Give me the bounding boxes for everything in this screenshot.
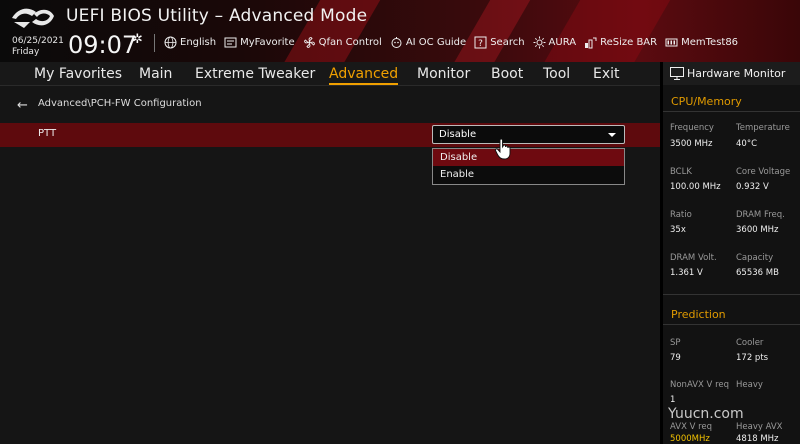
heavy-avx-label: Heavy AVX — [736, 422, 783, 432]
ratio-value: 35x — [670, 225, 686, 235]
myfavorite-label: MyFavorite — [240, 37, 295, 48]
ai-icon — [391, 37, 402, 48]
core-voltage-value: 0.932 V — [736, 182, 769, 192]
tab-tool[interactable]: Tool — [543, 66, 570, 82]
qfan-control-button[interactable]: Qfan Control — [303, 36, 382, 49]
caret-down-icon — [608, 133, 616, 137]
tab-my-favorites[interactable]: My Favorites — [34, 66, 122, 82]
favorite-icon — [224, 37, 237, 48]
globe-icon — [164, 36, 177, 49]
ratio-label: Ratio — [670, 210, 692, 220]
tab-monitor[interactable]: Monitor — [417, 66, 470, 82]
qfan-label: Qfan Control — [318, 37, 382, 48]
date-text: 06/25/2021 — [12, 36, 64, 46]
memtest-button[interactable]: MemTest86 — [665, 36, 738, 49]
cooler-value: 172 pts — [736, 353, 769, 363]
hardware-monitor-panel: Hardware Monitor CPU/Memory Frequency 35… — [660, 62, 800, 444]
ai-oc-label: AI OC Guide — [405, 37, 467, 48]
dram-freq-value: 3600 MHz — [736, 225, 779, 235]
search-button[interactable]: ? Search — [474, 36, 525, 49]
aura-label: AURA — [548, 37, 577, 48]
divider — [154, 34, 155, 52]
prediction-section-title: Prediction — [671, 308, 726, 321]
language-button[interactable]: English — [164, 36, 216, 49]
capacity-value: 65536 MB — [736, 268, 779, 278]
avx-v-req-label: AVX V req — [670, 422, 713, 432]
setting-label: PTT — [38, 128, 57, 139]
memtest-label: MemTest86 — [681, 37, 739, 48]
bclk-label: BCLK — [670, 167, 692, 177]
watermark-text: Yuucn.com — [668, 406, 744, 422]
frequency-label: Frequency — [670, 123, 714, 133]
myfavorite-button[interactable]: MyFavorite — [224, 36, 295, 49]
divider — [663, 324, 800, 325]
tab-boot[interactable]: Boot — [491, 66, 523, 82]
avx-v-req-value: 5000MHz — [670, 434, 710, 444]
breadcrumb: Advanced\PCH-FW Configuration — [38, 98, 202, 109]
language-label: English — [180, 37, 217, 48]
main-menu-bar: My Favorites Main Extreme Tweaker Advanc… — [0, 62, 660, 86]
rog-logo-icon — [12, 8, 54, 28]
sp-value: 79 — [670, 353, 681, 363]
header-decoration — [534, 0, 676, 62]
header-decoration — [444, 0, 536, 62]
ai-oc-guide-button[interactable]: AI OC Guide — [390, 36, 466, 49]
temperature-label: Temperature — [736, 123, 790, 133]
settings-panel: ← Advanced\PCH-FW Configuration PTT Disa… — [0, 86, 660, 444]
divider — [663, 294, 800, 295]
day-text: Friday — [12, 47, 40, 57]
bclk-value: 100.00 MHz — [670, 182, 721, 192]
heavy-label: Heavy — [736, 380, 763, 390]
temperature-value: 40°C — [736, 139, 758, 149]
hardware-monitor-title: Hardware Monitor — [687, 67, 786, 80]
resize-bar-icon — [585, 37, 597, 49]
cooler-label: Cooler — [736, 338, 764, 348]
search-label: Search — [490, 37, 525, 48]
dram-volt-value: 1.361 V — [670, 268, 703, 278]
dram-freq-label: DRAM Freq. — [736, 210, 785, 220]
aura-icon — [533, 36, 546, 49]
gear-icon[interactable]: ✲ — [132, 32, 143, 47]
tab-advanced[interactable]: Advanced — [329, 66, 399, 85]
svg-text:?: ? — [478, 39, 483, 49]
sp-label: SP — [670, 338, 681, 348]
date-display: 06/25/2021 Friday — [12, 36, 64, 58]
dram-volt-label: DRAM Volt. — [670, 253, 717, 263]
capacity-label: Capacity — [736, 253, 774, 263]
header-toolbar: English MyFavorite Qfan Control AI OC Gu… — [164, 36, 738, 49]
resize-bar-label: ReSize BAR — [600, 37, 658, 48]
cpu-memory-section-title: CPU/Memory — [671, 95, 742, 108]
divider — [663, 111, 800, 112]
memtest-icon — [665, 38, 678, 47]
clock: 09:07 — [68, 31, 138, 59]
tab-main[interactable]: Main — [139, 66, 172, 82]
ptt-select[interactable]: Disable — [432, 125, 625, 144]
hand-cursor-icon — [494, 138, 511, 160]
nonavx-v-req-label: NonAVX V req — [670, 380, 730, 390]
setting-row-ptt[interactable]: PTT Disable — [0, 123, 660, 147]
fan-icon — [303, 37, 315, 48]
tab-extreme-tweaker[interactable]: Extreme Tweaker — [195, 66, 315, 82]
core-voltage-label: Core Voltage — [736, 167, 791, 177]
resize-bar-button[interactable]: ReSize BAR — [584, 36, 657, 49]
app-title: UEFI BIOS Utility – Advanced Mode — [66, 6, 368, 26]
frequency-value: 3500 MHz — [670, 139, 713, 149]
dropdown-option-enable[interactable]: Enable — [433, 166, 624, 183]
hardware-monitor-header: Hardware Monitor — [663, 62, 800, 85]
dropdown-option-disable[interactable]: Disable — [433, 149, 624, 166]
nonavx-v-req-value: 1 — [670, 395, 676, 405]
select-value: Disable — [439, 129, 477, 140]
aura-button[interactable]: AURA — [533, 36, 577, 49]
search-icon: ? — [474, 36, 487, 49]
heavy-avx-value: 4818 MHz — [736, 434, 779, 444]
back-arrow-icon[interactable]: ← — [17, 98, 28, 113]
ptt-dropdown-list: Disable Enable — [432, 148, 625, 185]
tab-exit[interactable]: Exit — [593, 66, 620, 82]
title-bar: UEFI BIOS Utility – Advanced Mode 06/25/… — [0, 0, 800, 62]
monitor-icon — [670, 67, 684, 80]
